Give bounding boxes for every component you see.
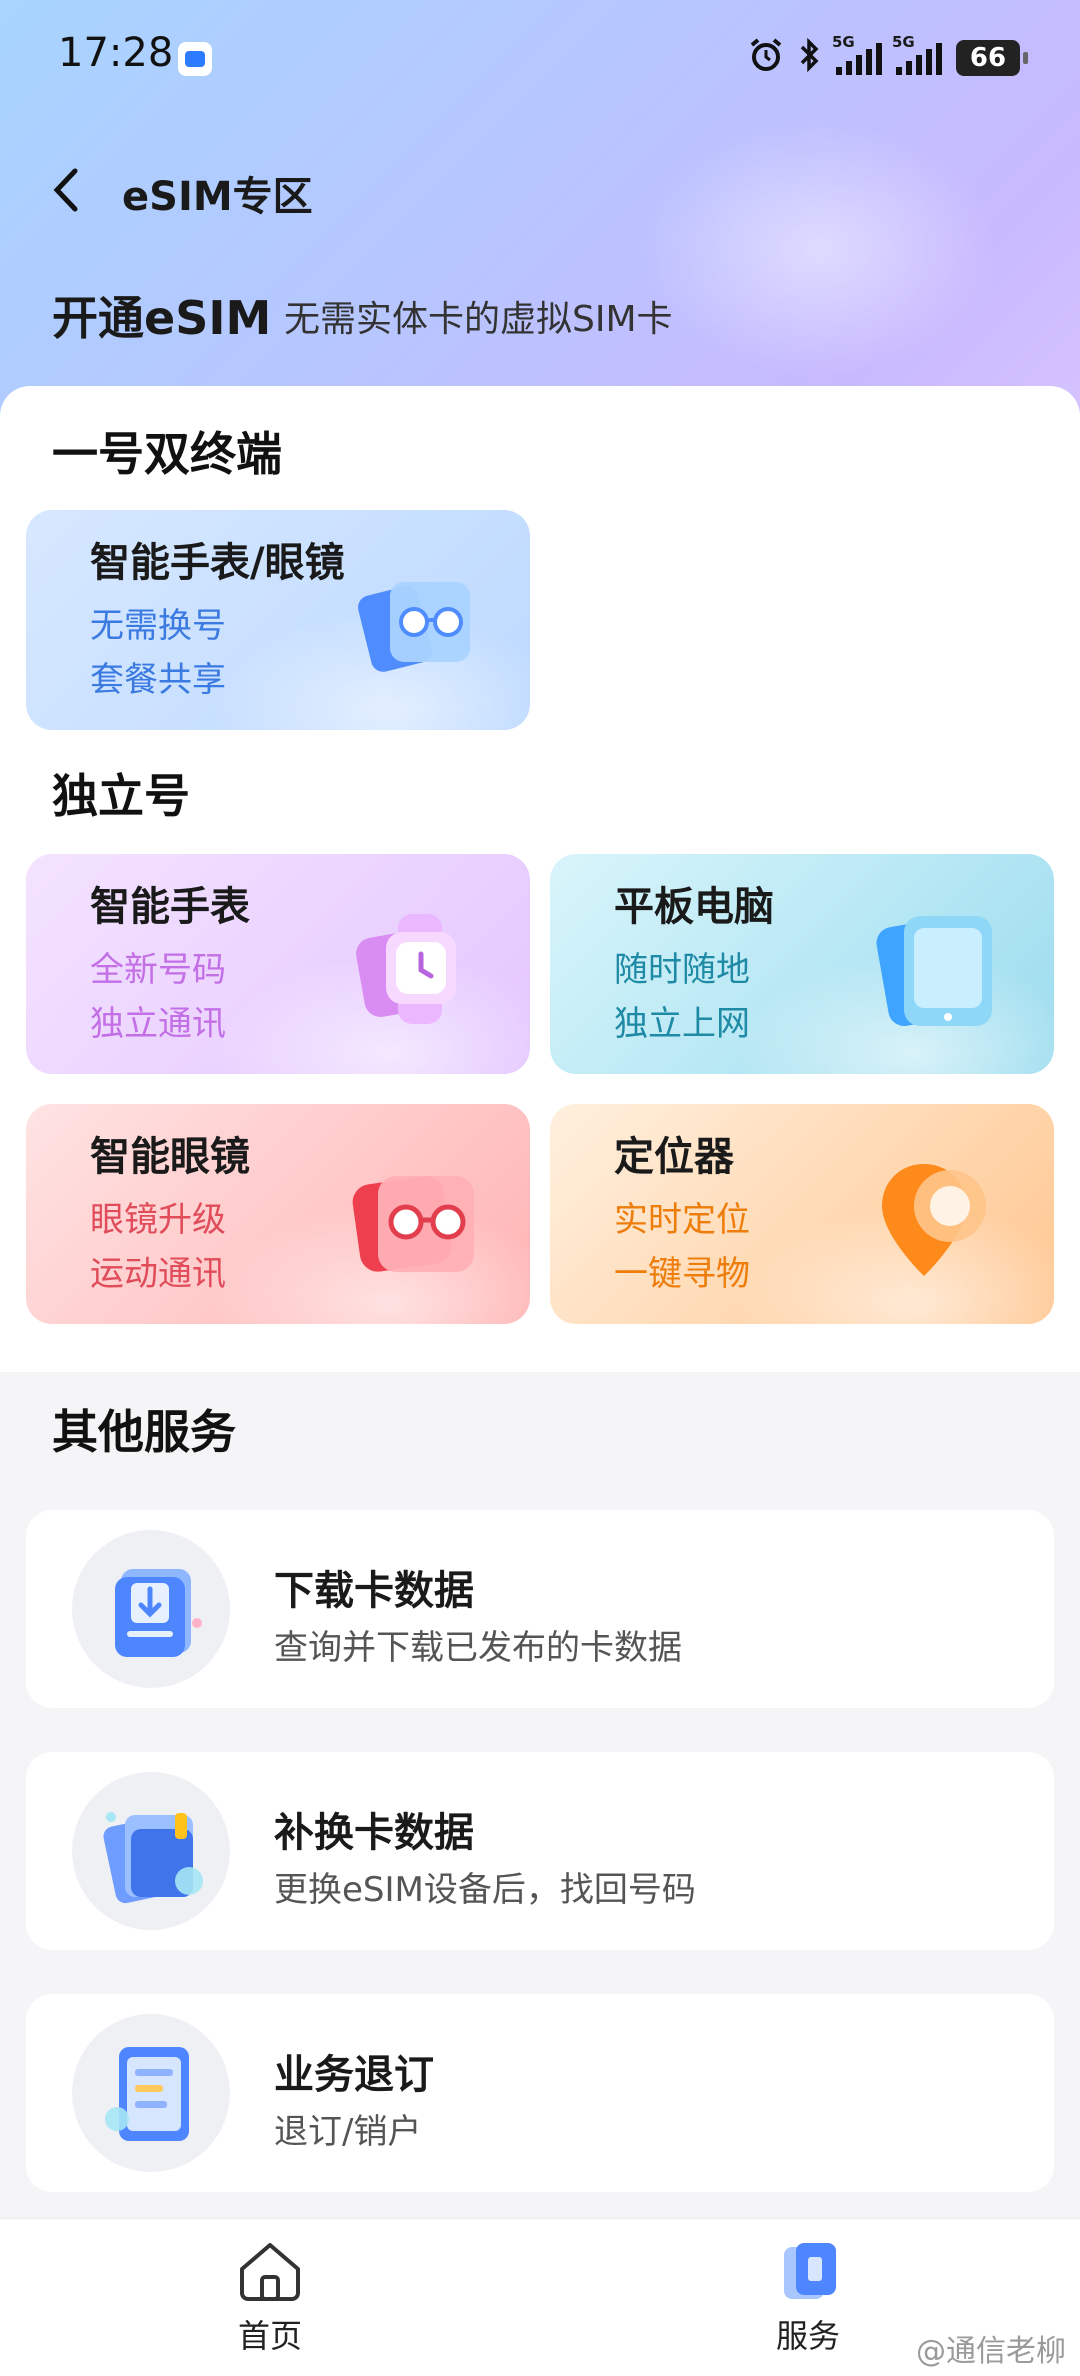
card-locator[interactable]: 定位器 实时定位 一键寻物 xyxy=(550,1104,1054,1324)
download-icon xyxy=(72,1530,230,1688)
card-feature-2: 独立通讯 xyxy=(90,1004,226,1044)
alarm-icon xyxy=(748,37,784,79)
card-smartwatch[interactable]: 智能手表 全新号码 独立通讯 xyxy=(26,854,530,1074)
card-title: 定位器 xyxy=(614,1134,734,1180)
nav-service[interactable]: 服务 xyxy=(738,2239,878,2357)
glasses-cards-icon xyxy=(350,560,480,690)
nav-home[interactable]: 首页 xyxy=(200,2239,340,2357)
card-tablet[interactable]: 平板电脑 随时随地 独立上网 xyxy=(550,854,1054,1074)
service-description: 退订/销户 xyxy=(274,2112,422,2152)
card-feature-2: 套餐共享 xyxy=(90,660,226,700)
hero-subtitle: 无需实体卡的虚拟SIM卡 xyxy=(284,299,673,340)
service-replace-card-data[interactable]: 补换卡数据 更换eSIM设备后，找回号码 xyxy=(26,1752,1054,1950)
home-icon xyxy=(240,2243,300,2301)
service-description: 查询并下载已发布的卡数据 xyxy=(274,1628,682,1668)
battery-icon: 66 xyxy=(956,40,1028,76)
card-feature-2: 独立上网 xyxy=(614,1004,750,1044)
status-time: 17:28 xyxy=(58,30,174,76)
bluetooth-icon xyxy=(798,37,822,79)
service-icon xyxy=(784,2243,836,2299)
section-title-standalone: 独立号 xyxy=(52,769,190,823)
section-title-other-services: 其他服务 xyxy=(52,1405,236,1459)
card-feature-1: 随时随地 xyxy=(614,950,750,990)
service-description: 更换eSIM设备后，找回号码 xyxy=(274,1870,696,1910)
card-smart-glasses[interactable]: 智能眼镜 眼镜升级 运动通讯 xyxy=(26,1104,530,1324)
card-title: 智能手表/眼镜 xyxy=(90,540,345,586)
card-feature-1: 眼镜升级 xyxy=(90,1200,226,1240)
location-pin-icon xyxy=(874,1154,1004,1284)
card-replace-icon xyxy=(72,1772,230,1930)
section-title-dual-terminal: 一号双终端 xyxy=(52,427,282,481)
card-feature-1: 无需换号 xyxy=(90,606,226,646)
notification-icon xyxy=(178,42,212,76)
service-unsubscribe[interactable]: 业务退订 退订/销户 xyxy=(26,1994,1054,2192)
card-title: 平板电脑 xyxy=(614,884,774,930)
service-download-card-data[interactable]: 下载卡数据 查询并下载已发布的卡数据 xyxy=(26,1510,1054,1708)
service-title: 补换卡数据 xyxy=(274,1810,474,1856)
card-watch-glasses[interactable]: 智能手表/眼镜 无需换号 套餐共享 xyxy=(26,510,530,730)
signal-icon: 5G xyxy=(832,33,882,75)
nav-service-label: 服务 xyxy=(775,2317,840,2355)
page-title: eSIM专区 xyxy=(122,174,313,220)
status-bar: 17:28 5G 5G 66 xyxy=(0,0,1080,120)
card-title: 智能眼镜 xyxy=(90,1134,250,1180)
service-title: 下载卡数据 xyxy=(274,1568,474,1614)
tablet-icon xyxy=(874,904,1004,1034)
signal-icon-2: 5G xyxy=(892,33,942,75)
card-title: 智能手表 xyxy=(90,884,250,930)
card-feature-1: 实时定位 xyxy=(614,1200,750,1240)
watermark: @通信老柳 xyxy=(916,2334,1066,2369)
back-button[interactable] xyxy=(36,160,96,220)
glasses-icon xyxy=(350,1154,480,1284)
watch-icon xyxy=(350,904,480,1034)
card-feature-1: 全新号码 xyxy=(90,950,226,990)
card-feature-2: 运动通讯 xyxy=(90,1254,226,1294)
hero-title: 开通eSIM xyxy=(52,291,272,345)
nav-home-label: 首页 xyxy=(237,2317,302,2355)
card-feature-2: 一键寻物 xyxy=(614,1254,750,1294)
back-arrow-icon xyxy=(53,168,78,212)
service-title: 业务退订 xyxy=(274,2052,434,2098)
unsubscribe-icon xyxy=(72,2014,230,2172)
status-icons: 5G 5G 66 xyxy=(748,33,1028,80)
